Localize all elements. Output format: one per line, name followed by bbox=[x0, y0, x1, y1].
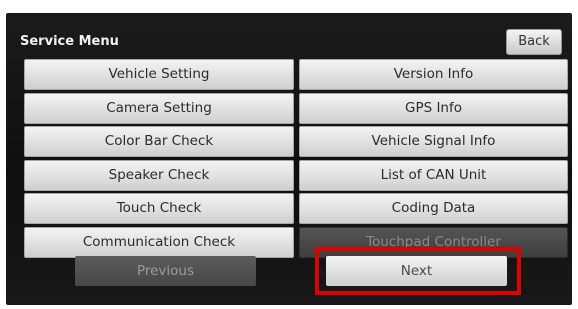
menu-grid: Vehicle Setting Version Info Camera Sett… bbox=[24, 59, 568, 261]
touch-check-button[interactable]: Touch Check bbox=[24, 193, 294, 225]
list-of-can-unit-button[interactable]: List of CAN Unit bbox=[299, 159, 568, 191]
menu-row: Touch Check Coding Data bbox=[24, 193, 568, 227]
vehicle-setting-button[interactable]: Vehicle Setting bbox=[24, 59, 294, 90]
speaker-check-button[interactable]: Speaker Check bbox=[24, 159, 294, 191]
menu-row: Speaker Check List of CAN Unit bbox=[24, 159, 568, 194]
color-bar-check-button[interactable]: Color Bar Check bbox=[24, 126, 294, 158]
previous-button: Previous bbox=[75, 256, 256, 286]
gps-info-button[interactable]: GPS Info bbox=[299, 92, 568, 124]
menu-row: Camera Setting GPS Info bbox=[24, 92, 568, 127]
camera-setting-button[interactable]: Camera Setting bbox=[24, 92, 294, 124]
vehicle-signal-info-button[interactable]: Vehicle Signal Info bbox=[299, 126, 568, 158]
next-button-highlight bbox=[315, 247, 521, 295]
page-title: Service Menu bbox=[20, 34, 119, 49]
version-info-button[interactable]: Version Info bbox=[299, 59, 568, 90]
back-button[interactable]: Back bbox=[506, 29, 562, 55]
menu-row: Vehicle Setting Version Info bbox=[24, 59, 568, 93]
coding-data-button[interactable]: Coding Data bbox=[299, 193, 568, 225]
communication-check-button[interactable]: Communication Check bbox=[24, 226, 294, 258]
menu-row: Color Bar Check Vehicle Signal Info bbox=[24, 126, 568, 160]
